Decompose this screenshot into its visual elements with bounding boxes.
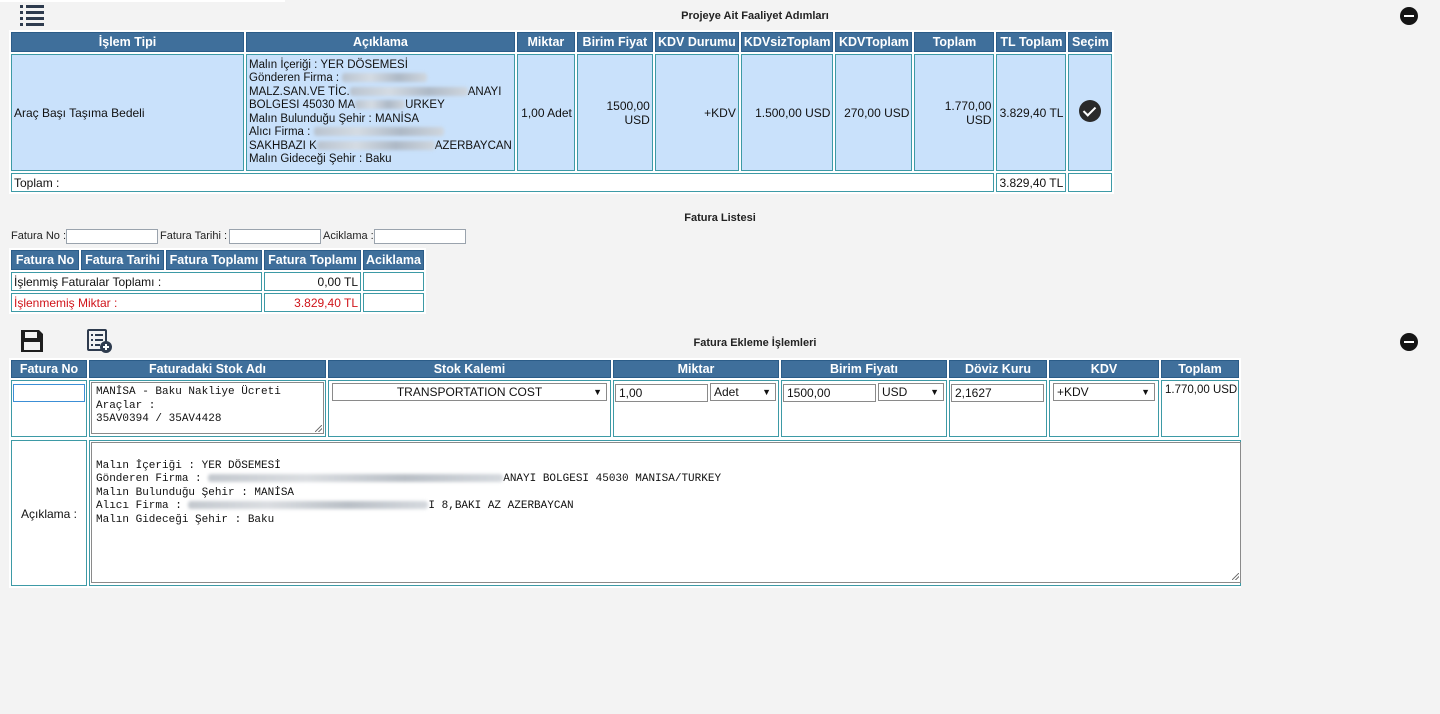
table-row[interactable]: Araç Başı Taşıma Bedeli Malın İçeriği : … bbox=[11, 54, 1113, 171]
fatura-no-input[interactable] bbox=[13, 384, 85, 402]
list-menu-icon[interactable] bbox=[20, 5, 44, 26]
invoice-list-table: Fatura No Fatura Tarihi Fatura Toplamı F… bbox=[9, 248, 426, 314]
save-icon[interactable] bbox=[20, 329, 44, 353]
total-empty-cell bbox=[1068, 173, 1113, 192]
collapse-activity-icon[interactable] bbox=[1400, 7, 1418, 25]
col-fatura-no: Fatura No bbox=[11, 360, 87, 378]
col-islem-tipi: İşlem Tipi bbox=[11, 32, 244, 52]
unprocessed-empty bbox=[363, 293, 424, 312]
aciklama-cell: Malın İçeriği : YER DÖSEMESİ Gönderen Fi… bbox=[246, 54, 515, 171]
toplam-cell: 1.770,00 USD bbox=[914, 54, 995, 171]
top-bar-accent bbox=[0, 0, 285, 2]
activity-section-title: Projeye Ait Faaliyet Adımları bbox=[681, 10, 829, 22]
stok-kalemi-select[interactable]: TRANSPORTATION COST ▼ bbox=[332, 383, 607, 401]
add-list-icon[interactable] bbox=[87, 329, 113, 354]
col-toplam: Toplam bbox=[1161, 360, 1239, 378]
col-stok-kalemi: Stok Kalemi bbox=[328, 360, 611, 378]
activity-table: İşlem Tipi Açıklama Miktar Birim Fiyat K… bbox=[9, 30, 1115, 194]
col-birim-fiyat: Birim Fiyat bbox=[576, 32, 653, 52]
resize-grip-icon[interactable] bbox=[1232, 573, 1239, 580]
collapse-invoice-add-icon[interactable] bbox=[1400, 333, 1418, 351]
filter-aciklama-label: Aciklama : bbox=[323, 230, 374, 242]
col-secim: Seçim bbox=[1068, 32, 1113, 52]
toplam-value: 1.770,00 USD bbox=[1165, 384, 1238, 396]
filter-fatura-tarihi-label: Fatura Tarihi : bbox=[160, 230, 228, 242]
birim-select[interactable]: Adet ▼ bbox=[710, 383, 776, 401]
invoice-add-title: Fatura Ekleme İşlemleri bbox=[693, 337, 817, 349]
resize-grip-icon[interactable] bbox=[315, 425, 322, 432]
kdvsiz-toplam-cell: 1.500,00 USD bbox=[740, 54, 834, 171]
col-fatura-toplami-2: Fatura Toplamı bbox=[264, 250, 361, 270]
processed-label: İşlenmiş Faturalar Toplamı : bbox=[11, 272, 262, 291]
col-kdv: KDV bbox=[1049, 360, 1159, 378]
birim-fiyati-input[interactable]: 1500,00 bbox=[783, 384, 876, 402]
filter-fatura-no-label: Fatura No : bbox=[11, 230, 67, 242]
invoice-list-title: Fatura Listesi bbox=[684, 212, 756, 224]
stok-adi-textarea[interactable]: MANİSA - Baku Nakliye Ücreti Araçlar : 3… bbox=[91, 382, 324, 434]
chevron-down-icon: ▼ bbox=[1141, 387, 1150, 397]
col-kdv-toplam: KDVToplam bbox=[835, 32, 913, 52]
chevron-down-icon: ▼ bbox=[593, 387, 602, 397]
col-fatura-tarihi: Fatura Tarihi bbox=[81, 250, 164, 270]
chevron-down-icon: ▼ bbox=[930, 387, 939, 397]
total-label: Toplam : bbox=[11, 173, 995, 192]
processed-empty bbox=[363, 272, 424, 291]
miktar-cell: 1,00 Adet bbox=[516, 54, 575, 171]
filter-fatura-no-input[interactable] bbox=[66, 229, 158, 244]
filter-fatura-tarihi-input[interactable] bbox=[229, 229, 321, 244]
doviz-select[interactable]: USD ▼ bbox=[878, 383, 944, 401]
col-toplam: Toplam bbox=[914, 32, 995, 52]
kdv-durumu-cell: +KDV bbox=[654, 54, 739, 171]
doviz-kuru-input[interactable]: 2,1627 bbox=[951, 384, 1044, 402]
col-tl-toplam: TL Toplam bbox=[996, 32, 1067, 52]
unprocessed-value: 3.829,40 TL bbox=[264, 293, 361, 312]
kdv-toplam-cell: 270,00 USD bbox=[835, 54, 913, 171]
col-aciklama: Aciklama bbox=[363, 250, 424, 270]
miktar-input[interactable]: 1,00 bbox=[615, 384, 708, 402]
col-stok-adi: Faturadaki Stok Adı bbox=[89, 360, 326, 378]
processed-value: 0,00 TL bbox=[264, 272, 361, 291]
col-fatura-no: Fatura No bbox=[11, 250, 79, 270]
col-kdvsiz-toplam: KDVsizToplam bbox=[740, 32, 834, 52]
unprocessed-label: İşlenmemiş Miktar : bbox=[11, 293, 262, 312]
col-miktar: Miktar bbox=[516, 32, 575, 52]
kdv-select[interactable]: +KDV ▼ bbox=[1053, 383, 1155, 401]
aciklama-label: Açıklama : bbox=[20, 507, 77, 521]
chevron-down-icon: ▼ bbox=[762, 387, 771, 397]
col-aciklama: Açıklama bbox=[246, 32, 515, 52]
check-circle-icon[interactable] bbox=[1079, 100, 1102, 122]
secim-cell[interactable] bbox=[1068, 54, 1113, 171]
aciklama-textarea[interactable]: Malın İçeriği : YER DÖSEMESİ Gönderen Fir… bbox=[91, 442, 1241, 583]
filter-aciklama-input[interactable] bbox=[374, 229, 466, 244]
col-birim-fiyati: Birim Fiyatı bbox=[781, 360, 947, 378]
islem-tipi-cell: Araç Başı Taşıma Bedeli bbox=[11, 54, 244, 171]
col-kdv-durumu: KDV Durumu bbox=[654, 32, 739, 52]
birim-fiyat-cell: 1500,00 USD bbox=[576, 54, 653, 171]
col-fatura-toplami: Fatura Toplamı bbox=[166, 250, 262, 270]
total-value: 3.829,40 TL bbox=[996, 173, 1067, 192]
col-miktar: Miktar bbox=[613, 360, 779, 378]
col-doviz-kuru: Döviz Kuru bbox=[949, 360, 1047, 378]
tl-toplam-cell: 3.829,40 TL bbox=[996, 54, 1067, 171]
